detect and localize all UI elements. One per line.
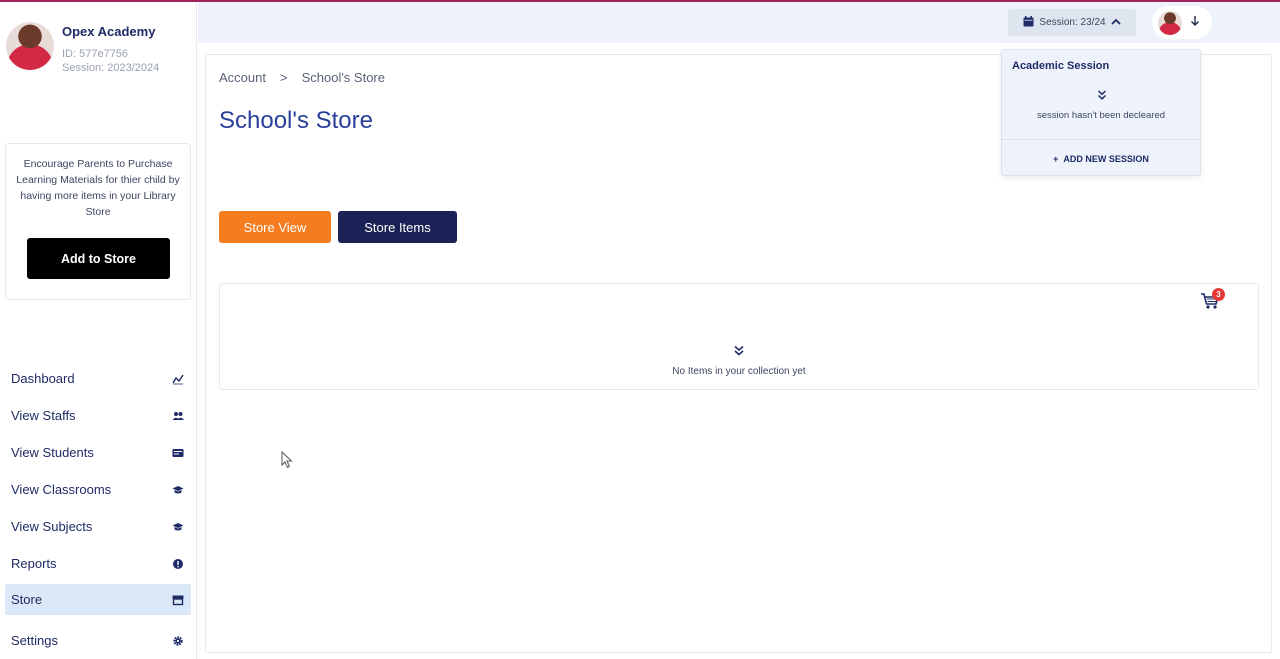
calendar-icon bbox=[1023, 15, 1034, 30]
gear-icon bbox=[172, 635, 184, 647]
avatar bbox=[6, 22, 54, 70]
breadcrumb-current: School's Store bbox=[301, 70, 385, 85]
double-check-icon bbox=[732, 344, 746, 356]
cart-count-badge: 3 bbox=[1212, 288, 1225, 301]
chevron-up-icon bbox=[1110, 17, 1121, 28]
sidebar-item-settings[interactable]: Settings bbox=[5, 625, 191, 656]
promo-text: Encourage Parents to Purchase Learning M… bbox=[16, 158, 180, 218]
graduation-cap-icon bbox=[172, 521, 184, 533]
sidebar-item-label: Settings bbox=[11, 633, 58, 648]
top-bar: Session: 23/24 bbox=[198, 2, 1280, 43]
store-items-button[interactable]: Store Items bbox=[338, 211, 457, 243]
sidebar-item-reports[interactable]: Reports bbox=[5, 548, 191, 579]
school-name: Opex Academy bbox=[62, 24, 156, 39]
breadcrumb-account[interactable]: Account bbox=[219, 70, 266, 85]
info-circle-icon bbox=[172, 558, 184, 570]
page-title: School's Store bbox=[219, 107, 373, 134]
sidebar-item-view-staffs[interactable]: View Staffs bbox=[5, 400, 191, 431]
sidebar-item-store[interactable]: Store bbox=[5, 584, 191, 615]
sidebar-item-label: View Classrooms bbox=[11, 482, 112, 497]
dropdown-title: Academic Session bbox=[1012, 60, 1110, 72]
school-id: ID: 577e7756 bbox=[62, 48, 129, 60]
promo-card: Encourage Parents to Purchase Learning M… bbox=[5, 143, 191, 300]
user-menu[interactable] bbox=[1152, 6, 1212, 39]
collection-panel: 3 No Items in your collection yet bbox=[219, 283, 1259, 390]
sidebar-item-label: Dashboard bbox=[11, 371, 75, 386]
session-label: Session: 23/24 bbox=[1039, 17, 1106, 28]
breadcrumb: Account > School's Store bbox=[219, 70, 385, 85]
sidebar-item-label: View Students bbox=[11, 445, 94, 460]
sidebar-item-view-students[interactable]: View Students bbox=[5, 437, 191, 468]
sidebar-item-view-classrooms[interactable]: View Classrooms bbox=[5, 474, 191, 505]
divider bbox=[1002, 139, 1200, 140]
sidebar-item-label: Store bbox=[11, 592, 43, 607]
avatar bbox=[1158, 10, 1182, 35]
add-to-store-button[interactable]: Add to Store bbox=[27, 238, 170, 279]
academic-session-dropdown: Academic Session session hasn't been dec… bbox=[1001, 49, 1201, 176]
double-check-icon bbox=[1096, 88, 1108, 100]
sidebar-item-label: View Staffs bbox=[11, 408, 76, 423]
sidebar-item-view-subjects[interactable]: View Subjects bbox=[5, 511, 191, 542]
session-selector[interactable]: Session: 23/24 bbox=[1008, 9, 1136, 36]
cart-button[interactable]: 3 bbox=[1200, 288, 1225, 312]
sidebar-item-label: View Subjects bbox=[11, 519, 93, 534]
school-profile: Opex Academy ID: 577e7756 Session: 2023/… bbox=[6, 22, 196, 82]
sidebar: Opex Academy ID: 577e7756 Session: 2023/… bbox=[0, 2, 197, 659]
sidebar-item-label: Reports bbox=[11, 556, 57, 571]
school-session: Session: 2023/2024 bbox=[62, 62, 160, 74]
id-card-icon bbox=[172, 447, 184, 459]
arrow-down-icon bbox=[1190, 14, 1200, 32]
breadcrumb-separator: > bbox=[279, 70, 288, 85]
sidebar-item-dashboard[interactable]: Dashboard bbox=[5, 363, 191, 394]
chart-line-icon bbox=[172, 373, 184, 385]
mouse-cursor-icon bbox=[281, 451, 293, 469]
session-empty-message: session hasn't been decleared bbox=[1036, 110, 1166, 121]
plus-icon: + bbox=[1053, 154, 1064, 164]
users-icon bbox=[172, 410, 184, 422]
graduation-cap-icon bbox=[172, 484, 184, 496]
add-session-label: ADD NEW SESSION bbox=[1063, 154, 1149, 164]
empty-collection-text: No Items in your collection yet bbox=[672, 366, 806, 377]
store-view-button[interactable]: Store View bbox=[219, 211, 331, 243]
store-icon bbox=[172, 594, 184, 606]
add-new-session-button[interactable]: + ADD NEW SESSION bbox=[1002, 154, 1200, 164]
